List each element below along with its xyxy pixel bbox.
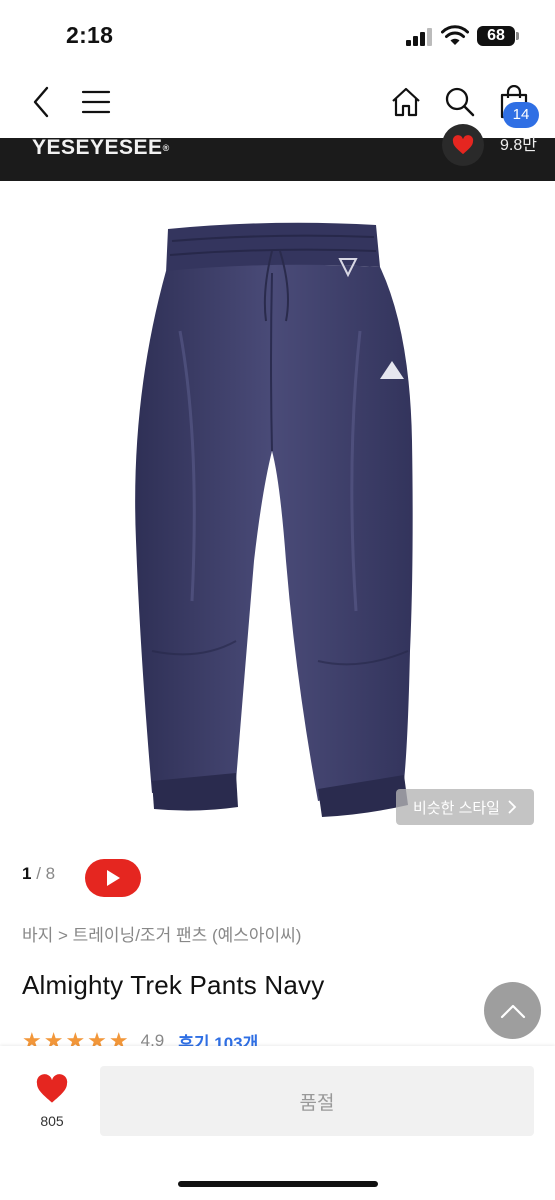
bottom-action-bar: 805 품절 <box>0 1046 555 1200</box>
chevron-up-icon <box>500 1004 525 1018</box>
home-button[interactable] <box>386 72 426 132</box>
menu-icon <box>81 90 111 114</box>
scroll-top-button[interactable] <box>484 982 541 1039</box>
battery-tip <box>516 32 519 40</box>
pager-separator: / <box>31 864 46 883</box>
similar-style-label: 비슷한 스타일 <box>413 799 500 817</box>
back-icon <box>33 86 49 118</box>
pants-image <box>135 222 413 817</box>
heart-icon <box>36 1074 68 1103</box>
brand-logo[interactable]: YESEYESEE® <box>32 136 170 159</box>
pager-total: 8 <box>45 864 56 883</box>
brand-strip[interactable]: YESEYESEE® 9.8만 <box>0 124 555 181</box>
product-image[interactable]: 비슷한 스타일 <box>0 181 555 841</box>
cart-count-badge: 14 <box>503 102 539 128</box>
signal-icon <box>406 28 434 46</box>
home-icon <box>392 87 420 117</box>
wifi-icon <box>441 25 469 45</box>
brand-mark: ® <box>162 143 170 153</box>
sold-out-button[interactable]: 품절 <box>100 1066 534 1136</box>
status-time: 2:18 <box>66 22 114 48</box>
home-indicator <box>178 1181 378 1187</box>
brand-like-button[interactable] <box>442 124 484 166</box>
similar-style-button[interactable]: 비슷한 스타일 <box>396 789 534 825</box>
product-title: Almighty Trek Pants Navy <box>22 970 325 1000</box>
search-icon <box>445 87 475 117</box>
heart-icon <box>452 135 474 155</box>
image-pager: 1 / 8 <box>22 864 55 884</box>
chevron-right-icon <box>508 800 517 814</box>
brand-name: YESEYESEE <box>32 136 163 159</box>
status-bar: 2:18 68 <box>0 0 555 72</box>
like-count: 805 <box>40 1113 64 1129</box>
search-button[interactable] <box>440 72 480 132</box>
like-button[interactable]: 805 <box>22 1074 82 1129</box>
back-button[interactable] <box>24 72 58 132</box>
battery-icon: 68 <box>477 26 515 46</box>
play-icon <box>107 870 120 886</box>
video-button[interactable] <box>85 859 141 897</box>
brand-like-count: 9.8만 <box>500 137 537 154</box>
category-breadcrumb[interactable]: 바지 > 트레이닝/조거 팬츠 (예스아이씨) <box>22 921 301 946</box>
menu-button[interactable] <box>78 72 114 132</box>
